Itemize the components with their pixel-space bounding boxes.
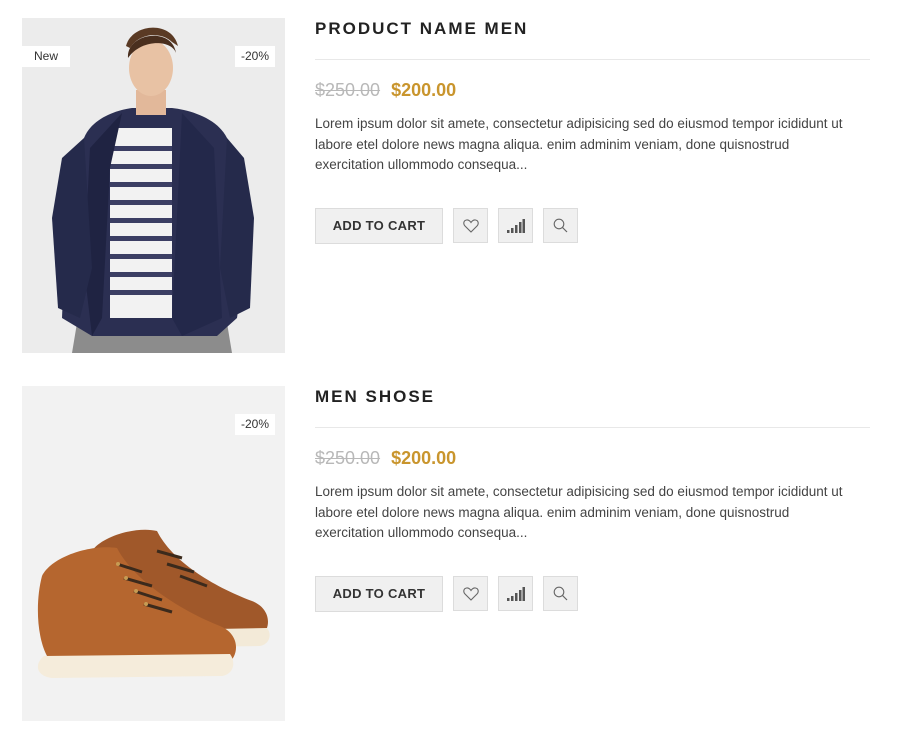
product-image[interactable]: -20% [22,386,285,721]
divider [315,59,870,60]
product-image[interactable]: New -20% [22,18,285,353]
compare-icon [506,218,525,233]
wishlist-button[interactable] [453,208,488,243]
sale-price: $200.00 [391,80,457,100]
add-to-cart-button[interactable]: ADD TO CART [315,207,443,244]
price-block: $250.00 $200.00 [315,446,870,470]
search-icon [553,586,568,601]
brown-leather-sneakers-photo [22,386,285,721]
search-icon [553,218,568,233]
discount-badge: -20% [235,414,275,435]
product-actions: ADD TO CART [315,207,870,244]
product-description: Lorem ipsum dolor sit amete, consectetur… [315,484,843,540]
discount-badge: -20% [235,46,275,67]
sale-price: $200.00 [391,448,457,468]
wishlist-button[interactable] [453,576,488,611]
product-title[interactable]: MEN SHOSE [315,386,870,408]
price-block: $250.00 $200.00 [315,78,870,102]
new-badge: New [22,46,70,67]
product-title[interactable]: PRODUCT NAME MEN [315,18,870,40]
compare-icon [506,586,525,601]
compare-button[interactable] [498,208,533,243]
divider [315,427,870,428]
man-in-navy-jacket-photo [22,18,285,353]
product-description: Lorem ipsum dolor sit amete, consectetur… [315,116,843,172]
quick-view-button[interactable] [543,576,578,611]
heart-icon [462,586,479,601]
old-price: $250.00 [315,448,381,468]
old-price: $250.00 [315,80,381,100]
compare-button[interactable] [498,576,533,611]
product-actions: ADD TO CART [315,575,870,612]
quick-view-button[interactable] [543,208,578,243]
add-to-cart-button[interactable]: ADD TO CART [315,575,443,612]
heart-icon [462,218,479,233]
